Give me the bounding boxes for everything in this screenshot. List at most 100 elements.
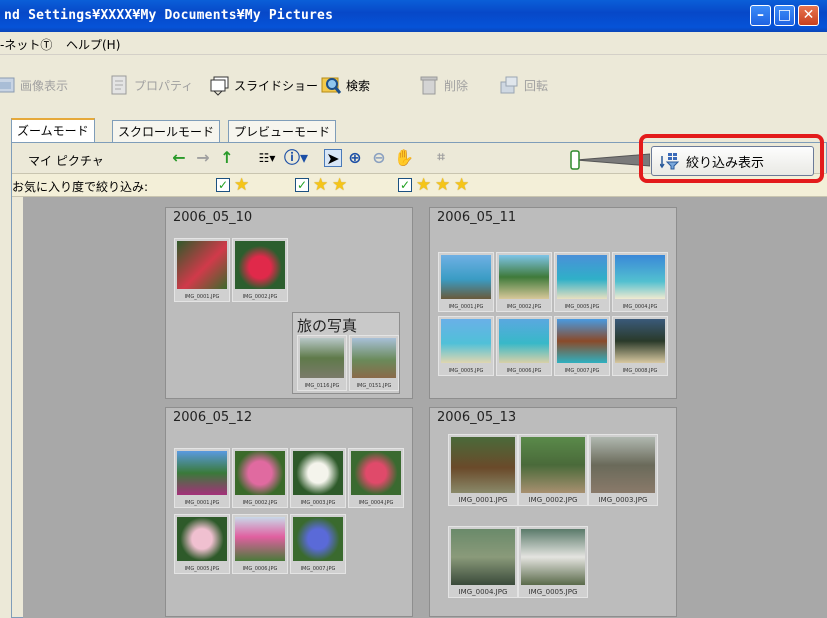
pointer-tool-icon[interactable]: ➤ <box>324 149 342 168</box>
thumbnail[interactable]: IMG_0004.JPG <box>348 448 404 508</box>
menu-bar: -ネットⓉ ヘルプ(H) <box>0 32 827 54</box>
properties-label: プロパティ <box>134 78 194 93</box>
star-icon: ★ <box>416 175 432 195</box>
thumbnail-filename: IMG_0001.JPG <box>184 500 220 506</box>
group-title: 2006_05_11 <box>437 210 517 225</box>
thumbnail[interactable]: IMG_0004.JPG <box>612 252 668 312</box>
filter-1star-checkbox[interactable]: ✓ <box>216 178 230 192</box>
search-label: 検索 <box>346 78 371 93</box>
thumbnail-filename: IMG_0151.JPG <box>356 383 392 389</box>
zoom-out-icon[interactable]: ⊖ <box>370 149 388 167</box>
thumbnail[interactable]: IMG_0151.JPG <box>349 335 399 391</box>
zoom-slider[interactable] <box>570 149 650 171</box>
folder-label: マイ ピクチャ <box>28 154 104 168</box>
thumbnail-filename: IMG_0004.JPG <box>458 588 508 596</box>
thumbnail-filename: IMG_0003.JPG <box>300 500 336 506</box>
menu-item-help[interactable]: ヘルプ(H) <box>66 36 120 53</box>
thumbnail-filename: IMG_0002.JPG <box>242 294 278 300</box>
thumbnail[interactable]: IMG_0005.JPG <box>554 252 610 312</box>
thumbnail[interactable]: IMG_0003.JPG <box>290 448 346 508</box>
maximize-button[interactable]: □ <box>774 5 795 26</box>
thumbnail[interactable]: IMG_0005.JPG <box>438 316 494 376</box>
forward-icon[interactable]: → <box>194 149 212 167</box>
image-view-button[interactable]: 画像表示 <box>0 72 68 98</box>
star-icon: ★ <box>313 175 329 195</box>
search-button[interactable]: 検索 <box>320 72 370 98</box>
thumbnail-filename: IMG_0001.JPG <box>184 294 220 300</box>
filter-2star-checkbox[interactable]: ✓ <box>295 178 309 192</box>
thumbnail[interactable]: IMG_0001.JPG <box>174 448 230 508</box>
callout-highlight <box>639 134 824 183</box>
date-group[interactable]: 2006_05_11 IMG_0001.JPG IMG_0002.JPG IMG… <box>429 207 677 399</box>
thumbnail[interactable]: IMG_0002.JPG <box>232 238 288 302</box>
thumbnail-filename: IMG_0005.JPG <box>528 588 578 596</box>
thumbnail[interactable]: IMG_0116.JPG <box>297 335 347 391</box>
group-title: 2006_05_10 <box>173 210 253 225</box>
trash-icon <box>420 76 438 95</box>
thumbnail[interactable]: IMG_0002.JPG <box>232 448 288 508</box>
thumbnail[interactable]: IMG_0005.JPG <box>174 514 230 574</box>
thumbnail[interactable]: IMG_0004.JPG <box>448 526 518 598</box>
info-icon[interactable]: ⓘ▾ <box>284 149 308 167</box>
menu-item-net[interactable]: -ネットⓉ <box>0 36 52 53</box>
properties-button[interactable]: プロパティ <box>108 72 193 98</box>
thumbnail-filename: IMG_0005.JPG <box>564 304 600 310</box>
group-title: 2006_05_13 <box>437 410 517 425</box>
tab-scroll-mode[interactable]: スクロールモード <box>112 120 221 142</box>
thumbnail[interactable]: IMG_0001.JPG <box>448 434 518 506</box>
thumbnail-area[interactable]: 2006_05_10 IMG_0001.JPG IMG_0002.JPG 旅の写… <box>23 197 827 618</box>
window-title: nd Settings¥XXXX¥My Documents¥My Picture… <box>4 8 334 23</box>
thumbnail-filename: IMG_0001.JPG <box>448 304 484 310</box>
fit-icon[interactable]: ⌗ <box>432 149 450 167</box>
thumbnail[interactable]: IMG_0008.JPG <box>612 316 668 376</box>
rotate-icon <box>500 76 518 94</box>
thumbnail[interactable]: IMG_0006.JPG <box>496 316 552 376</box>
up-folder-icon[interactable]: ↑ <box>218 149 236 167</box>
star-icon: ★ <box>234 175 250 195</box>
sub-group-title: 旅の写真 <box>297 317 358 335</box>
thumbnail-filename: IMG_0006.JPG <box>506 368 542 374</box>
thumbnail-filename: IMG_0005.JPG <box>448 368 484 374</box>
thumbnail-filename: IMG_0001.JPG <box>458 496 508 504</box>
minimize-button[interactable]: – <box>750 5 771 26</box>
thumbnail-filename: IMG_0008.JPG <box>622 368 658 374</box>
title-bar[interactable]: nd Settings¥XXXX¥My Documents¥My Picture… <box>0 0 827 32</box>
back-icon[interactable]: ← <box>170 149 188 167</box>
sub-group[interactable]: 旅の写真 IMG_0116.JPG IMG_0151.JPG <box>292 312 400 394</box>
zoom-in-icon[interactable]: ⊕ <box>346 149 364 167</box>
properties-icon <box>111 75 127 95</box>
date-group[interactable]: 2006_05_10 IMG_0001.JPG IMG_0002.JPG 旅の写… <box>165 207 413 399</box>
close-button[interactable]: ✕ <box>798 5 819 26</box>
tab-preview-mode[interactable]: プレビューモード <box>228 120 337 142</box>
thumbnail[interactable]: IMG_0007.JPG <box>290 514 346 574</box>
thumbnail[interactable]: IMG_0003.JPG <box>588 434 658 506</box>
tab-zoom-mode[interactable]: ズームモード <box>11 118 95 142</box>
rotate-button[interactable]: 回転 <box>498 72 548 98</box>
date-group[interactable]: 2006_05_13 IMG_0001.JPG IMG_0002.JPG IMG… <box>429 407 677 617</box>
thumbnail-filename: IMG_0004.JPG <box>358 500 394 506</box>
star-icon: ★ <box>435 175 451 195</box>
thumbnail[interactable]: IMG_0002.JPG <box>496 252 552 312</box>
thumbnail[interactable]: IMG_0002.JPG <box>518 434 588 506</box>
thumbnail[interactable]: IMG_0006.JPG <box>232 514 288 574</box>
slideshow-button[interactable]: スライドショー <box>208 72 318 98</box>
view-area: ズームモード スクロールモード プレビューモード マイ ピクチャ ← → ↑ ☷… <box>0 110 827 618</box>
thumbnail[interactable]: IMG_0001.JPG <box>438 252 494 312</box>
filter-3star-checkbox[interactable]: ✓ <box>398 178 412 192</box>
thumbnail-filename: IMG_0002.JPG <box>242 500 278 506</box>
zoom-panel: マイ ピクチャ ← → ↑ ☷▾ ⓘ▾ ➤ ⊕ ⊖ ✋ ⌗ お気に入り度で絞り込… <box>11 142 827 618</box>
delete-button[interactable]: 削除 <box>418 72 468 98</box>
thumbnail-filename: IMG_0007.JPG <box>300 566 336 572</box>
image-view-icon <box>0 77 15 93</box>
hand-tool-icon[interactable]: ✋ <box>394 149 414 167</box>
view-options-icon[interactable]: ☷▾ <box>258 149 276 167</box>
thumbnail[interactable]: IMG_0007.JPG <box>554 316 610 376</box>
star-icon: ★ <box>332 175 348 195</box>
thumbnail[interactable]: IMG_0005.JPG <box>518 526 588 598</box>
search-icon <box>321 77 342 94</box>
thumbnail[interactable]: IMG_0001.JPG <box>174 238 230 302</box>
slideshow-icon <box>210 76 229 96</box>
date-group[interactable]: 2006_05_12 IMG_0001.JPG IMG_0002.JPG IMG… <box>165 407 413 617</box>
image-view-label: 画像表示 <box>20 78 69 93</box>
thumbnail-filename: IMG_0006.JPG <box>242 566 278 572</box>
